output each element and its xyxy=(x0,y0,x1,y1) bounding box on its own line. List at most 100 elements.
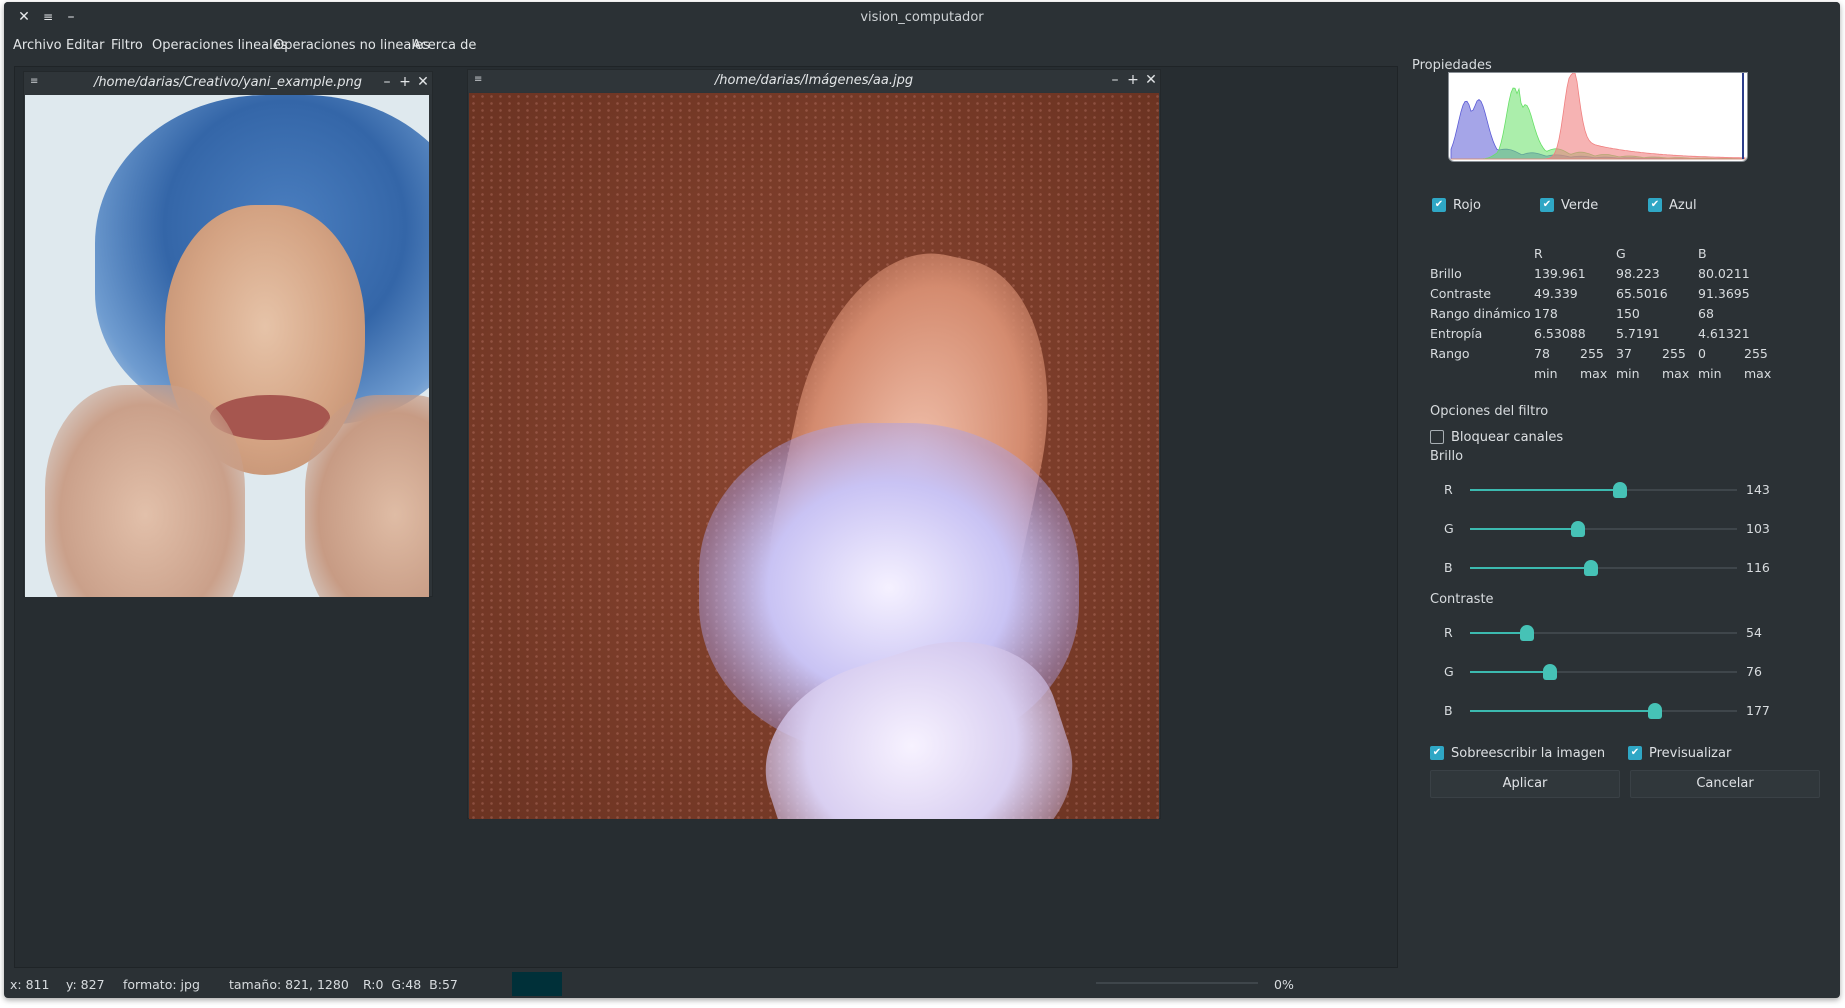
contrast-slider-g[interactable]: G 76 xyxy=(1444,662,1824,682)
range-value: 0 xyxy=(1698,346,1706,361)
menu-archivo[interactable]: Archivo xyxy=(13,38,62,53)
range-sublabel: min xyxy=(1616,366,1640,381)
minimize-icon[interactable]: – xyxy=(380,74,394,90)
contrast-slider-r[interactable]: R 54 xyxy=(1444,623,1824,643)
stats-row-label: Entropía xyxy=(1430,326,1483,341)
status-rgb: R:0 G:48 B:57 xyxy=(363,977,458,992)
cancel-button[interactable]: Cancelar xyxy=(1630,770,1820,798)
image-window-aa[interactable]: ≡ /home/darias/Imágenes/aa.jpg – + ✕ xyxy=(467,69,1161,819)
stats-row-label: Brillo xyxy=(1430,266,1462,281)
progress-label: 0% xyxy=(1274,977,1294,992)
overwrite-image-checkbox[interactable]: ✔ Sobreescribir la imagen xyxy=(1430,744,1605,762)
range-sublabel: max xyxy=(1744,366,1772,381)
checkbox-box xyxy=(1430,430,1444,444)
window-title: vision_computador xyxy=(860,10,984,25)
status-size: tamaño: 821, 1280 xyxy=(229,977,349,992)
range-value: 255 xyxy=(1744,346,1768,361)
overwrite-image-label: Sobreescribir la imagen xyxy=(1451,745,1606,761)
brightness-slider-b[interactable]: B 116 xyxy=(1444,558,1824,578)
slider-track[interactable] xyxy=(1470,482,1737,498)
channel-green-checkbox[interactable]: ✔ Verde xyxy=(1540,196,1598,214)
brightness-slider-g[interactable]: G 103 xyxy=(1444,519,1824,539)
slider-handle[interactable] xyxy=(1542,664,1557,680)
check-icon: ✔ xyxy=(1430,746,1444,760)
range-value: 37 xyxy=(1616,346,1632,361)
stats-value: 68 xyxy=(1698,306,1714,321)
preview-checkbox[interactable]: ✔ Previsualizar xyxy=(1628,744,1731,762)
lock-channels-label: Bloquear canales xyxy=(1451,429,1564,445)
channel-red-checkbox[interactable]: ✔ Rojo xyxy=(1432,196,1481,214)
image-window-titlebar[interactable]: ≡ /home/darias/Creativo/yani_example.png… xyxy=(24,72,432,94)
app-window: ✕ ≡ – vision_computador Archivo Editar F… xyxy=(4,2,1840,998)
menu-operaciones-lineales[interactable]: Operaciones lineales xyxy=(152,38,287,53)
slider-track[interactable] xyxy=(1470,521,1737,537)
status-format: formato: jpg xyxy=(123,977,200,992)
slider-track[interactable] xyxy=(1470,664,1737,680)
check-icon: ✔ xyxy=(1432,198,1446,212)
range-sublabel: min xyxy=(1534,366,1558,381)
stats-value: 91.3695 xyxy=(1698,286,1750,301)
image-canvas-painting[interactable] xyxy=(25,95,429,597)
menu-editar[interactable]: Editar xyxy=(66,38,105,53)
slider-channel-label: G xyxy=(1444,664,1454,679)
menu-bar: Archivo Editar Filtro Operaciones lineal… xyxy=(4,34,1840,60)
slider-channel-label: R xyxy=(1444,625,1453,640)
menu-operaciones-no-lineales[interactable]: Operaciones no lineales xyxy=(274,38,430,53)
menu-acerca-de[interactable]: Acerca de xyxy=(412,38,476,53)
slider-track[interactable] xyxy=(1470,625,1737,641)
slider-channel-label: B xyxy=(1444,703,1453,718)
channel-blue-checkbox[interactable]: ✔ Azul xyxy=(1648,196,1697,214)
slider-channel-label: G xyxy=(1444,521,1454,536)
image-canvas-hands[interactable] xyxy=(469,93,1159,819)
stats-value: 49.339 xyxy=(1534,286,1578,301)
minimize-icon[interactable]: – xyxy=(1108,72,1122,88)
slider-track[interactable] xyxy=(1470,703,1737,719)
check-icon: ✔ xyxy=(1540,198,1554,212)
stats-value: 4.61321 xyxy=(1698,326,1750,341)
filter-options-title: Opciones del filtro xyxy=(1430,404,1549,419)
menu-filtro[interactable]: Filtro xyxy=(111,38,143,53)
lock-channels-checkbox[interactable]: Bloquear canales xyxy=(1430,428,1563,446)
slider-fill xyxy=(1470,671,1550,673)
slider-channel-label: B xyxy=(1444,560,1453,575)
range-value: 255 xyxy=(1580,346,1604,361)
stats-value: 139.961 xyxy=(1534,266,1586,281)
stats-value: 5.7191 xyxy=(1616,326,1660,341)
slider-handle[interactable] xyxy=(1612,482,1627,498)
slider-value: 177 xyxy=(1746,703,1770,718)
apply-button[interactable]: Aplicar xyxy=(1430,770,1620,798)
maximize-icon[interactable]: + xyxy=(1126,72,1140,88)
slider-fill xyxy=(1470,489,1620,491)
check-icon: ✔ xyxy=(1648,198,1662,212)
channel-green-label: Verde xyxy=(1561,197,1599,213)
channel-blue-label: Azul xyxy=(1669,197,1697,213)
stats-row-label: Contraste xyxy=(1430,286,1492,301)
stats-row-label: Rango dinámico xyxy=(1430,306,1531,321)
brightness-slider-r[interactable]: R 143 xyxy=(1444,480,1824,500)
stats-value: 98.223 xyxy=(1616,266,1660,281)
maximize-icon[interactable]: + xyxy=(398,74,412,90)
image-window-titlebar[interactable]: ≡ /home/darias/Imágenes/aa.jpg – + ✕ xyxy=(468,70,1160,92)
slider-handle[interactable] xyxy=(1648,703,1663,719)
status-y: y: 827 xyxy=(66,977,105,992)
channel-red-label: Rojo xyxy=(1453,197,1481,213)
stats-value: 150 xyxy=(1616,306,1640,321)
slider-fill xyxy=(1470,710,1656,712)
stats-col-b: B xyxy=(1698,246,1707,261)
status-x: x: 811 xyxy=(10,977,50,992)
image-window-yani[interactable]: ≡ /home/darias/Creativo/yani_example.png… xyxy=(23,71,433,597)
slider-handle[interactable] xyxy=(1584,560,1599,576)
slider-fill xyxy=(1470,632,1527,634)
range-value: 78 xyxy=(1534,346,1550,361)
slider-track[interactable] xyxy=(1470,560,1737,576)
range-sublabel: min xyxy=(1698,366,1722,381)
close-icon[interactable]: ✕ xyxy=(416,74,430,90)
slider-handle[interactable] xyxy=(1519,625,1534,641)
slider-handle[interactable] xyxy=(1570,521,1585,537)
contrast-slider-b[interactable]: B 177 xyxy=(1444,701,1824,721)
range-sublabel: max xyxy=(1580,366,1608,381)
close-icon[interactable]: ✕ xyxy=(1144,72,1158,88)
image-path: /home/darias/Creativo/yani_example.png xyxy=(93,75,363,90)
slider-channel-label: R xyxy=(1444,482,1453,497)
stats-value: 178 xyxy=(1534,306,1558,321)
